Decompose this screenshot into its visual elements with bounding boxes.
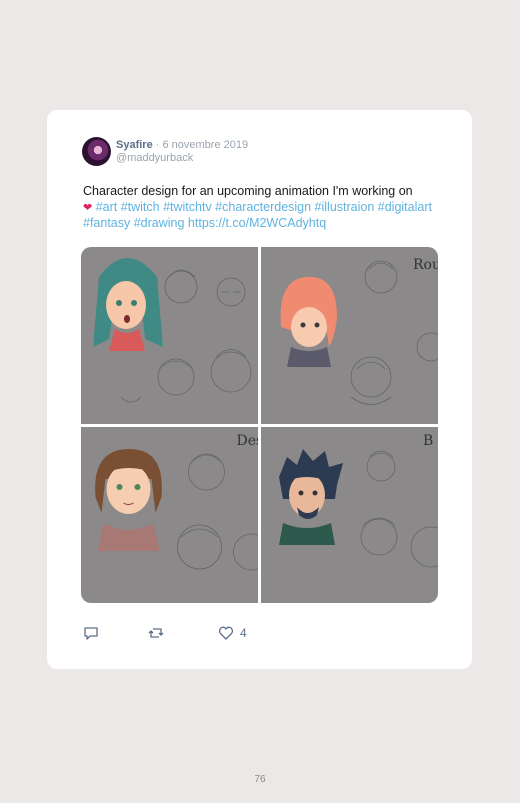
tweet-actions: 4 bbox=[83, 625, 303, 643]
author-line: Syafire · 6 novembre 2019 bbox=[116, 139, 248, 151]
reply-button[interactable] bbox=[83, 625, 99, 641]
like-count: 4 bbox=[240, 626, 247, 640]
image-grid: Rou Des bbox=[81, 247, 438, 603]
tweet-image-4[interactable]: B bbox=[261, 427, 438, 603]
sketch-label-rou: Rou bbox=[413, 257, 438, 273]
avatar[interactable] bbox=[82, 137, 111, 166]
sketch-label-b: B bbox=[423, 433, 433, 449]
retweet-button[interactable] bbox=[148, 625, 164, 641]
heart-emoji: ❤ bbox=[83, 201, 93, 214]
tweet-image-2[interactable]: Rou bbox=[261, 247, 438, 424]
teal-hair-girl-sketch bbox=[93, 258, 252, 403]
heart-icon bbox=[218, 626, 234, 640]
like-button[interactable]: 4 bbox=[218, 625, 247, 641]
brown-hair-girl-sketch: Des bbox=[95, 433, 259, 571]
retweet-icon bbox=[148, 628, 164, 638]
tweet-card: Syafire · 6 novembre 2019 @maddyurback C… bbox=[47, 110, 472, 669]
orange-hair-sketch: Rou bbox=[280, 257, 438, 405]
sketch-label-des: Des bbox=[237, 433, 259, 449]
dark-hair-bearded-sketch: B bbox=[279, 433, 438, 568]
author-handle[interactable]: @maddyurback bbox=[116, 152, 193, 164]
author-name[interactable]: Syafire bbox=[116, 139, 153, 151]
page-number: 76 bbox=[254, 774, 266, 785]
tweet-image-3[interactable]: Des bbox=[81, 427, 258, 603]
tweet-image-1[interactable] bbox=[81, 247, 258, 424]
tweet-text: Character design for an upcoming animati… bbox=[83, 184, 453, 232]
tweet-date[interactable]: 6 novembre 2019 bbox=[162, 139, 248, 151]
tweet-text-body: Character design for an upcoming animati… bbox=[83, 184, 413, 198]
hashtags-and-link[interactable]: #art #twitch #twitchtv #characterdesign … bbox=[83, 200, 432, 231]
reply-icon bbox=[84, 627, 98, 640]
